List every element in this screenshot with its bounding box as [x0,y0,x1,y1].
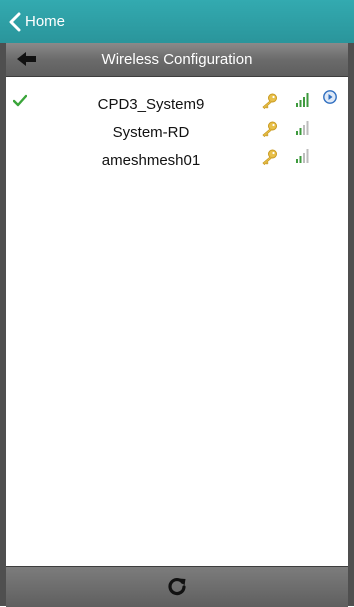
content-frame: Wireless Configuration CPD3_System9 Syst… [6,43,348,607]
back-arrow-icon[interactable] [16,50,38,68]
key-icon [262,93,277,109]
info-icon[interactable] [323,90,337,104]
chevron-left-icon [9,12,21,31]
network-ssid: ameshmesh01 [101,152,201,169]
network-ssid: CPD3_System9 [97,96,205,113]
key-icon [262,121,277,137]
page-title: Wireless Configuration [101,51,253,68]
app-window: Home Wireless Configuration CPD3_System9 [0,0,354,607]
top-nav-bar: Home [0,0,354,43]
signal-strength-icon [296,93,309,107]
connected-check-icon [13,94,27,107]
network-ssid: System-RD [112,124,190,141]
refresh-icon[interactable] [166,576,188,598]
network-list: CPD3_System9 System-RD ameshmesh01 [6,90,348,175]
home-back-label: Home [25,13,66,30]
key-icon [262,149,277,165]
network-row[interactable]: System-RD [6,119,348,147]
network-row[interactable]: ameshmesh01 [6,147,348,175]
network-row[interactable]: CPD3_System9 [6,90,348,119]
signal-strength-icon [296,149,309,163]
signal-strength-icon [296,121,309,135]
bottom-toolbar [6,566,348,607]
home-back-button[interactable]: Home [0,0,65,43]
section-header: Wireless Configuration [6,43,348,77]
